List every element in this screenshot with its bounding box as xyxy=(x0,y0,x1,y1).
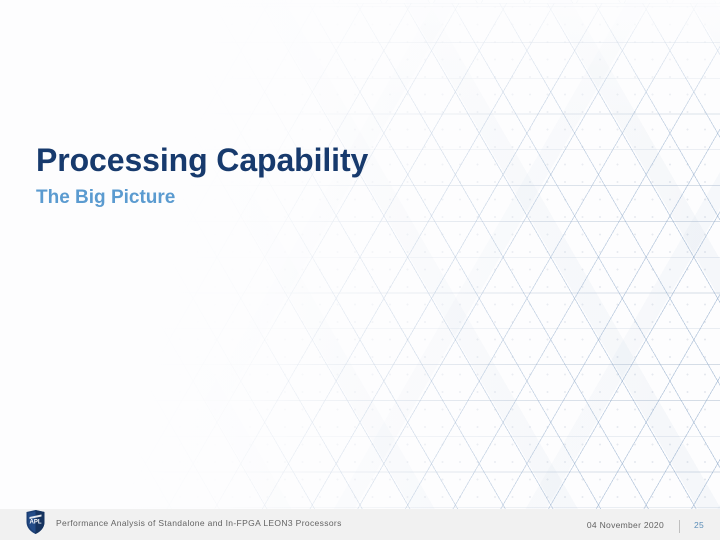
slide-page-number: 25 xyxy=(694,519,705,530)
background-triangle-lattice xyxy=(0,0,720,540)
background-triangle-fills xyxy=(0,0,720,540)
footer-divider xyxy=(679,520,680,533)
apl-shield-logo: APL xyxy=(25,510,46,534)
background-dot-grid xyxy=(0,0,720,540)
title-block: Processing Capability The Big Picture xyxy=(36,140,636,211)
footer-presentation-title: Performance Analysis of Standalone and I… xyxy=(56,518,342,528)
footer-date: 04 November 2020 xyxy=(586,519,664,530)
apl-logo-text: APL xyxy=(30,520,42,526)
presentation-slide: Processing Capability The Big Picture AP… xyxy=(0,0,720,540)
slide-title: Processing Capability xyxy=(36,142,369,178)
background-fade-top xyxy=(0,0,720,540)
footer-meta: 04 November 2020 25 xyxy=(586,518,706,533)
background-fade-left xyxy=(0,0,720,540)
slide-subtitle: The Big Picture xyxy=(36,187,176,208)
